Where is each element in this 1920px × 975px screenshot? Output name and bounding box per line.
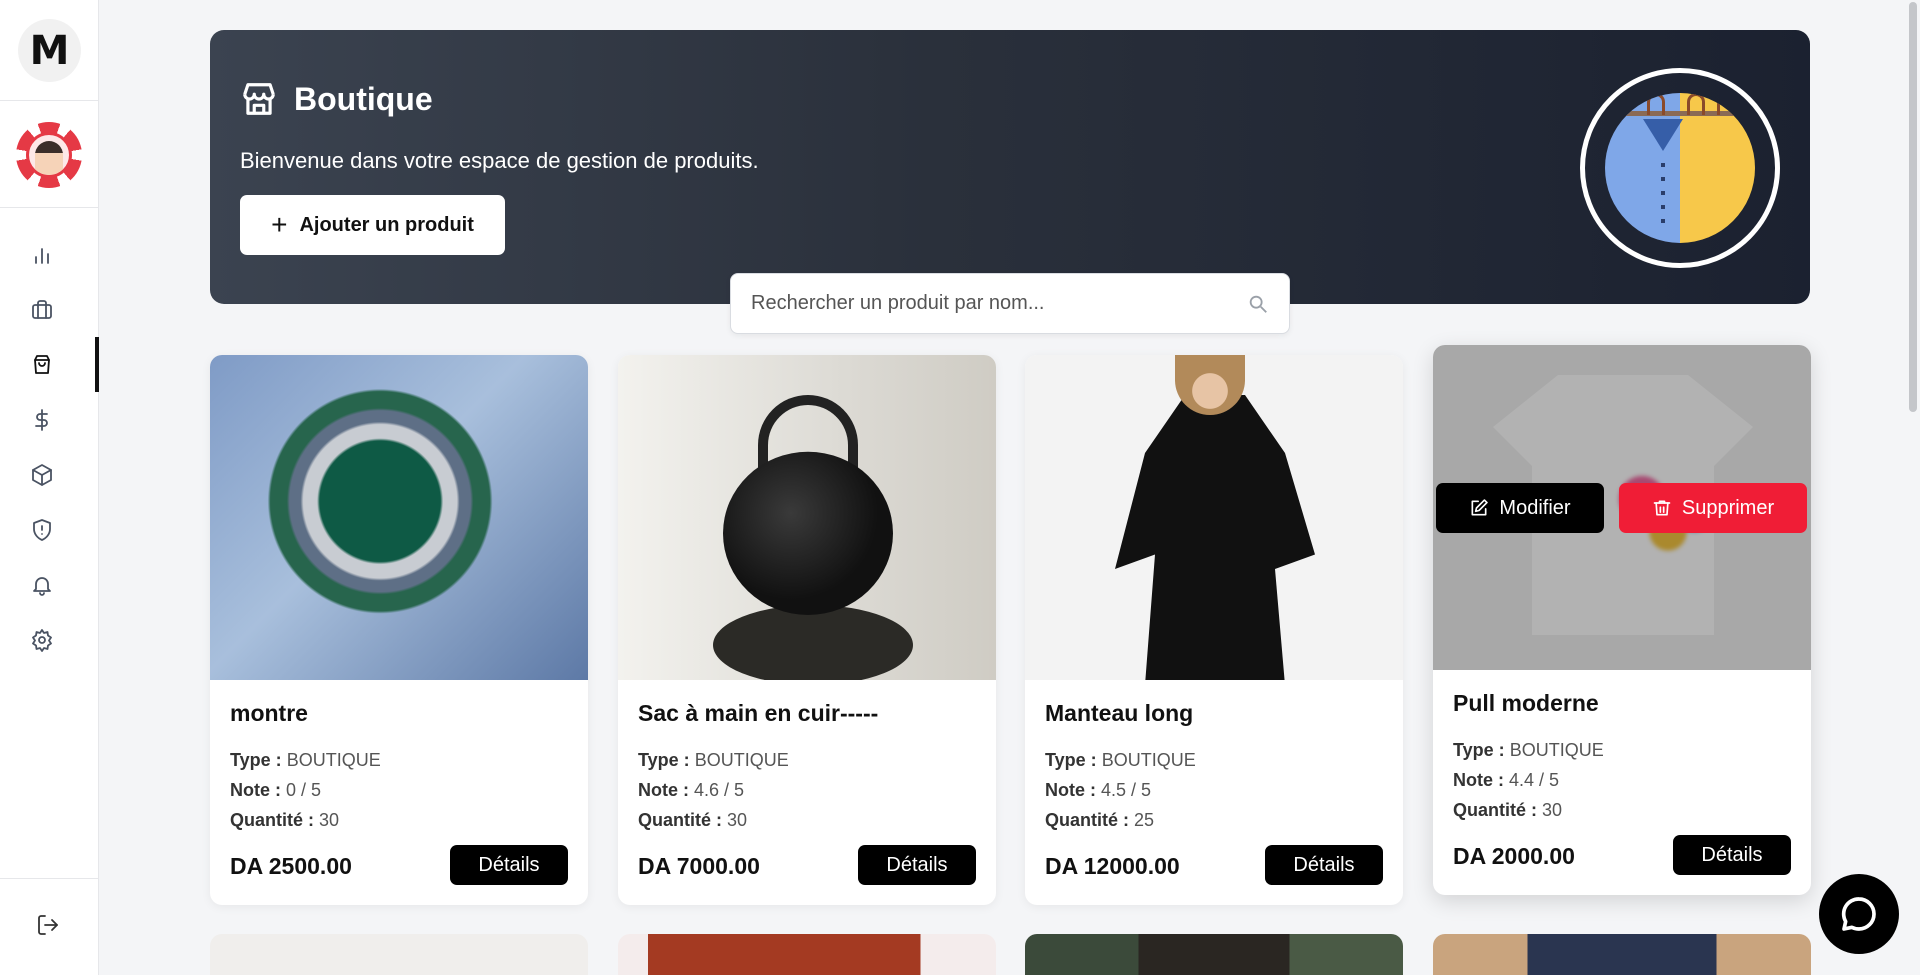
bell-icon <box>33 576 51 596</box>
product-card: Modifier Supprimer Pull moderne Type : B… <box>1433 345 1811 895</box>
logout-button[interactable] <box>36 913 60 942</box>
sidebar-item-products[interactable] <box>0 447 99 502</box>
product-note: Note : 4.5 / 5 <box>1045 780 1152 800</box>
sidebar-item-notifications[interactable] <box>0 557 99 612</box>
product-card-partial[interactable] <box>618 934 996 975</box>
store-icon <box>243 83 275 115</box>
product-price: DA 2500.00 <box>230 853 352 879</box>
edit-button[interactable]: Modifier <box>1436 483 1604 533</box>
user-avatar[interactable] <box>16 122 82 188</box>
product-image[interactable] <box>618 355 996 680</box>
logout-icon <box>38 915 58 935</box>
search-input[interactable] <box>751 292 1247 315</box>
scrollbar-thumb[interactable] <box>1909 2 1917 412</box>
product-image[interactable] <box>1025 355 1403 680</box>
product-price: DA 7000.00 <box>638 853 760 879</box>
product-image[interactable]: Modifier Supprimer <box>1433 345 1811 670</box>
product-search <box>730 273 1290 334</box>
product-image[interactable] <box>210 355 588 680</box>
chat-bubble-icon <box>1841 897 1876 931</box>
box-icon <box>32 463 52 486</box>
chat-button[interactable] <box>1819 874 1899 954</box>
details-button[interactable]: Détails <box>1673 835 1791 875</box>
sidebar-divider <box>0 207 99 208</box>
bar-chart-icon <box>35 247 49 264</box>
plus-icon: + <box>271 209 288 240</box>
product-card-partial[interactable] <box>210 934 588 975</box>
product-type: Type : BOUTIQUE <box>1045 750 1196 770</box>
sidebar-item-finance[interactable] <box>0 392 99 447</box>
add-product-label: Ajouter un produit <box>299 213 474 236</box>
page-title: Boutique <box>240 80 433 118</box>
product-card: montre Type : BOUTIQUE Note : 0 / 5 Quan… <box>210 355 588 905</box>
product-name: Sac à main en cuir----- <box>638 700 879 726</box>
details-button[interactable]: Détails <box>450 845 568 885</box>
trash-icon <box>1653 500 1671 516</box>
clothes-rack-illustration <box>1580 68 1780 268</box>
sidebar-divider <box>0 878 99 879</box>
scrollbar[interactable] <box>1906 0 1920 975</box>
shopping-bag-icon <box>34 354 50 374</box>
add-product-button[interactable]: + Ajouter un produit <box>240 195 505 255</box>
sidebar-item-stats[interactable] <box>0 227 99 282</box>
product-name: montre <box>230 700 308 726</box>
product-name: Manteau long <box>1045 700 1194 726</box>
hero-banner: Boutique Bienvenue dans votre espace de … <box>210 30 1810 304</box>
product-quantity: Quantité : 30 <box>230 810 340 830</box>
product-card-partial[interactable] <box>1025 934 1403 975</box>
app-logo[interactable]: M <box>18 19 81 82</box>
product-name: Pull moderne <box>1453 690 1599 716</box>
product-type: Type : BOUTIQUE <box>638 750 789 770</box>
product-quantity: Quantité : 25 <box>1045 810 1155 830</box>
page-subtitle: Bienvenue dans votre espace de gestion d… <box>240 148 759 173</box>
product-price: DA 12000.00 <box>1045 853 1180 879</box>
product-type: Type : BOUTIQUE <box>1453 740 1604 760</box>
details-button[interactable]: Détails <box>1265 845 1383 885</box>
product-note: Note : 4.4 / 5 <box>1453 770 1560 790</box>
product-note: Note : 0 / 5 <box>230 780 322 800</box>
product-price: DA 2000.00 <box>1453 843 1575 869</box>
product-note: Note : 4.6 / 5 <box>638 780 745 800</box>
gear-icon <box>32 628 52 652</box>
sidebar-item-briefcase[interactable] <box>0 282 99 337</box>
search-icon[interactable] <box>1247 293 1269 315</box>
shield-alert-icon <box>33 518 51 541</box>
delete-button[interactable]: Supprimer <box>1619 483 1807 533</box>
sidebar-item-boutique[interactable] <box>0 337 99 392</box>
sidebar: M <box>0 0 99 975</box>
product-card: Sac à main en cuir----- Type : BOUTIQUE … <box>618 355 996 905</box>
page-title-text: Boutique <box>294 80 433 117</box>
product-quantity: Quantité : 30 <box>638 810 748 830</box>
product-type: Type : BOUTIQUE <box>230 750 381 770</box>
product-card-partial[interactable] <box>1433 934 1811 975</box>
logo-letter: M <box>29 27 70 74</box>
product-quantity: Quantité : 30 <box>1453 800 1563 820</box>
briefcase-icon <box>32 299 52 319</box>
sidebar-item-security[interactable] <box>0 502 99 557</box>
edit-icon <box>1471 499 1489 516</box>
details-button[interactable]: Détails <box>858 845 976 885</box>
sidebar-divider <box>0 100 99 101</box>
product-card: Manteau long Type : BOUTIQUE Note : 4.5 … <box>1025 355 1403 905</box>
dollar-icon <box>35 408 48 431</box>
sidebar-item-settings[interactable] <box>0 612 99 667</box>
